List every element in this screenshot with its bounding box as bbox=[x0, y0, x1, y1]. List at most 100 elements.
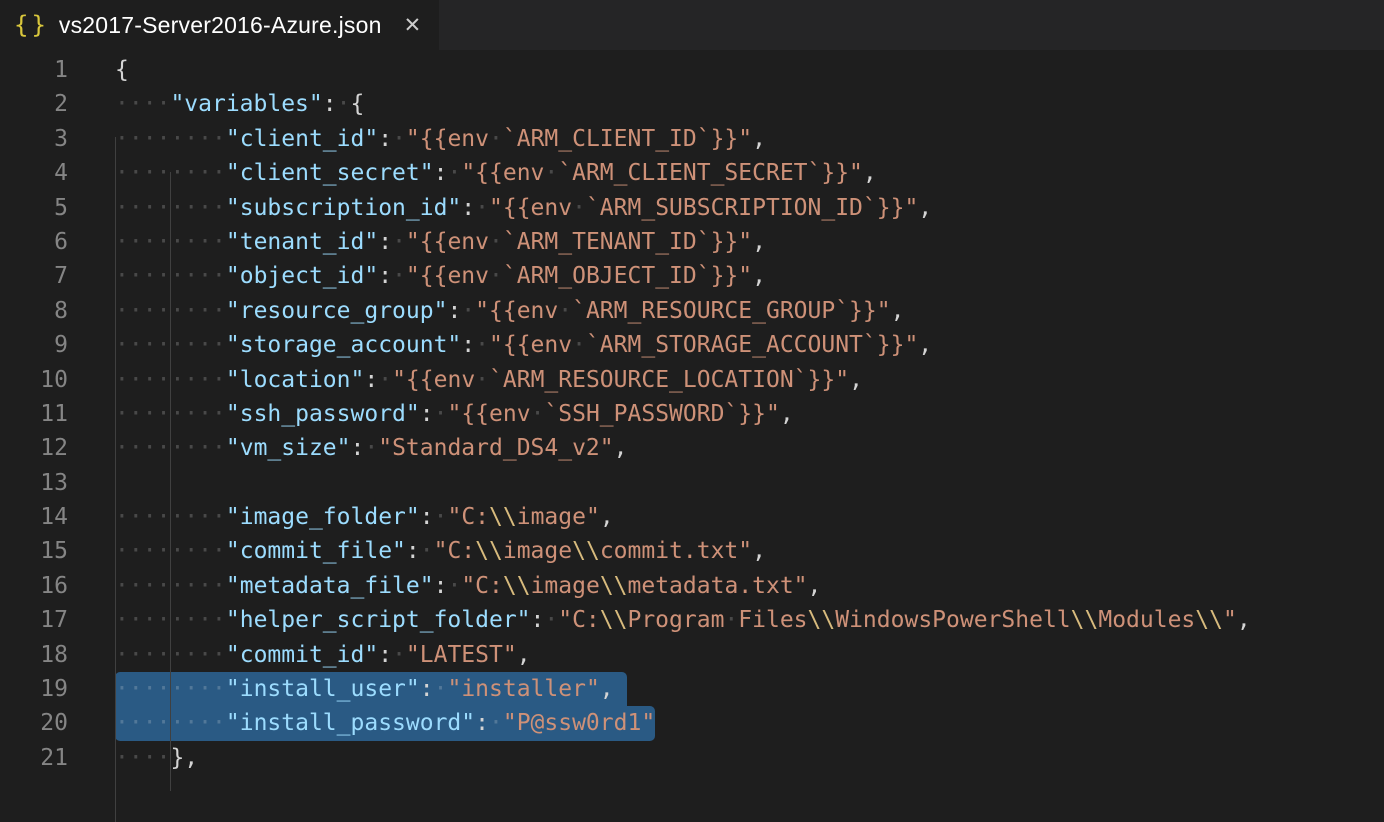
line-number[interactable]: 19 bbox=[0, 672, 68, 706]
whitespace-dot: · bbox=[129, 91, 143, 117]
whitespace-dot: · bbox=[143, 710, 157, 736]
whitespace-dot: · bbox=[184, 126, 198, 152]
whitespace-dot: · bbox=[170, 367, 184, 393]
line-number[interactable]: 17 bbox=[0, 603, 68, 637]
code-line[interactable]: 19········"install_user":·"installer", bbox=[0, 672, 1384, 706]
code-line[interactable]: 15········"commit_file":·"C:\\image\\com… bbox=[0, 534, 1384, 568]
line-number[interactable]: 1 bbox=[0, 53, 68, 87]
line-number[interactable]: 5 bbox=[0, 191, 68, 225]
code-content[interactable] bbox=[68, 466, 115, 500]
whitespace-dot: · bbox=[198, 710, 212, 736]
line-number[interactable]: 12 bbox=[0, 431, 68, 465]
code-content[interactable]: ········"subscription_id":·"{{env·`ARM_S… bbox=[68, 191, 932, 225]
whitespace-dot: · bbox=[115, 298, 129, 324]
whitespace-dot: · bbox=[143, 160, 157, 186]
whitespace-dot: · bbox=[184, 710, 198, 736]
whitespace-dot: · bbox=[129, 642, 143, 668]
whitespace-dot: · bbox=[157, 195, 171, 221]
whitespace-dot: · bbox=[198, 504, 212, 530]
whitespace-dot: · bbox=[198, 676, 212, 702]
line-number[interactable]: 15 bbox=[0, 534, 68, 568]
code-line[interactable]: 10········"location":·"{{env·`ARM_RESOUR… bbox=[0, 363, 1384, 397]
whitespace-dot: · bbox=[198, 195, 212, 221]
whitespace-dot: · bbox=[157, 401, 171, 427]
line-number[interactable]: 21 bbox=[0, 741, 68, 775]
code-line[interactable]: 3········"client_id":·"{{env·`ARM_CLIENT… bbox=[0, 122, 1384, 156]
line-number[interactable]: 3 bbox=[0, 122, 68, 156]
whitespace-dot: · bbox=[129, 607, 143, 633]
code-line[interactable]: 11········"ssh_password":·"{{env·`SSH_PA… bbox=[0, 397, 1384, 431]
code-content[interactable]: ········"resource_group":·"{{env·`ARM_RE… bbox=[68, 294, 904, 328]
whitespace-dot: · bbox=[129, 195, 143, 221]
code-line[interactable]: 6········"tenant_id":·"{{env·`ARM_TENANT… bbox=[0, 225, 1384, 259]
whitespace-dot: · bbox=[143, 263, 157, 289]
line-number[interactable]: 13 bbox=[0, 466, 68, 500]
code-line[interactable]: 17········"helper_script_folder":·"C:\\P… bbox=[0, 603, 1384, 637]
code-content[interactable]: ········"ssh_password":·"{{env·`SSH_PASS… bbox=[68, 397, 794, 431]
code-content[interactable]: ········"storage_account":·"{{env·`ARM_S… bbox=[68, 328, 932, 362]
whitespace-dot: · bbox=[489, 126, 503, 152]
code-line[interactable]: 12········"vm_size":·"Standard_DS4_v2", bbox=[0, 431, 1384, 465]
line-number[interactable]: 20 bbox=[0, 706, 68, 740]
line-number[interactable]: 4 bbox=[0, 156, 68, 190]
whitespace-dot: · bbox=[129, 401, 143, 427]
whitespace-dot: · bbox=[364, 435, 378, 461]
line-number[interactable]: 18 bbox=[0, 638, 68, 672]
code-line[interactable]: 13 bbox=[0, 466, 1384, 500]
code-content[interactable]: ····}, bbox=[68, 741, 198, 775]
line-number[interactable]: 8 bbox=[0, 294, 68, 328]
line-number[interactable]: 10 bbox=[0, 363, 68, 397]
whitespace-dot: · bbox=[157, 710, 171, 736]
line-number[interactable]: 2 bbox=[0, 87, 68, 121]
code-line[interactable]: 1{ bbox=[0, 53, 1384, 87]
whitespace-dot: · bbox=[143, 126, 157, 152]
code-content[interactable]: ········"commit_id":·"LATEST", bbox=[68, 638, 531, 672]
tab-vs2017-server2016-azure[interactable]: {} vs2017-Server2016-Azure.json ✕ bbox=[0, 0, 439, 50]
whitespace-dot: · bbox=[212, 435, 226, 461]
line-number[interactable]: 16 bbox=[0, 569, 68, 603]
code-content[interactable]: ········"install_password":·"P@ssw0rd1" bbox=[68, 706, 655, 740]
code-line[interactable]: 14········"image_folder":·"C:\\image", bbox=[0, 500, 1384, 534]
code-content[interactable]: ········"helper_script_folder":·"C:\\Pro… bbox=[68, 603, 1251, 637]
code-content[interactable]: ········"image_folder":·"C:\\image", bbox=[68, 500, 614, 534]
whitespace-dot: · bbox=[212, 573, 226, 599]
whitespace-dot: · bbox=[212, 367, 226, 393]
whitespace-dot: · bbox=[198, 367, 212, 393]
whitespace-dot: · bbox=[143, 676, 157, 702]
code-content[interactable]: ········"commit_file":·"C:\\image\\commi… bbox=[68, 534, 766, 568]
code-line[interactable]: 21····}, bbox=[0, 741, 1384, 775]
line-number[interactable]: 14 bbox=[0, 500, 68, 534]
code-line[interactable]: 5········"subscription_id":·"{{env·`ARM_… bbox=[0, 191, 1384, 225]
code-line[interactable]: 4········"client_secret":·"{{env·`ARM_CL… bbox=[0, 156, 1384, 190]
whitespace-dot: · bbox=[198, 435, 212, 461]
code-line[interactable]: 16········"metadata_file":·"C:\\image\\m… bbox=[0, 569, 1384, 603]
code-content[interactable]: ········"tenant_id":·"{{env·`ARM_TENANT_… bbox=[68, 225, 766, 259]
line-number[interactable]: 11 bbox=[0, 397, 68, 431]
line-number[interactable]: 9 bbox=[0, 328, 68, 362]
code-line[interactable]: 7········"object_id":·"{{env·`ARM_OBJECT… bbox=[0, 259, 1384, 293]
line-number[interactable]: 7 bbox=[0, 259, 68, 293]
whitespace-dot: · bbox=[198, 160, 212, 186]
code-line[interactable]: 9········"storage_account":·"{{env·`ARM_… bbox=[0, 328, 1384, 362]
json-file-icon: {} bbox=[14, 11, 49, 39]
code-content[interactable]: ········"metadata_file":·"C:\\image\\met… bbox=[68, 569, 821, 603]
code-content[interactable]: ········"install_user":·"installer", bbox=[68, 672, 614, 706]
code-content[interactable]: ········"vm_size":·"Standard_DS4_v2", bbox=[68, 431, 627, 465]
code-content[interactable]: ········"client_secret":·"{{env·`ARM_CLI… bbox=[68, 156, 877, 190]
whitespace-dot: · bbox=[198, 126, 212, 152]
whitespace-dot: · bbox=[129, 435, 143, 461]
code-content[interactable]: ········"client_id":·"{{env·`ARM_CLIENT_… bbox=[68, 122, 766, 156]
code-content[interactable]: ········"location":·"{{env·`ARM_RESOURCE… bbox=[68, 363, 863, 397]
code-editor[interactable]: 1{2····"variables":·{3········"client_id… bbox=[0, 50, 1384, 775]
code-content[interactable]: ····"variables":·{ bbox=[68, 87, 364, 121]
code-line[interactable]: 2····"variables":·{ bbox=[0, 87, 1384, 121]
code-line[interactable]: 18········"commit_id":·"LATEST", bbox=[0, 638, 1384, 672]
close-tab-icon[interactable]: ✕ bbox=[404, 15, 422, 36]
whitespace-dot: · bbox=[143, 332, 157, 358]
code-line[interactable]: 8········"resource_group":·"{{env·`ARM_R… bbox=[0, 294, 1384, 328]
code-content[interactable]: ········"object_id":·"{{env·`ARM_OBJECT_… bbox=[68, 259, 766, 293]
line-number[interactable]: 6 bbox=[0, 225, 68, 259]
code-line[interactable]: 20········"install_password":·"P@ssw0rd1… bbox=[0, 706, 1384, 740]
code-content[interactable]: { bbox=[68, 53, 129, 87]
whitespace-dot: · bbox=[129, 504, 143, 530]
